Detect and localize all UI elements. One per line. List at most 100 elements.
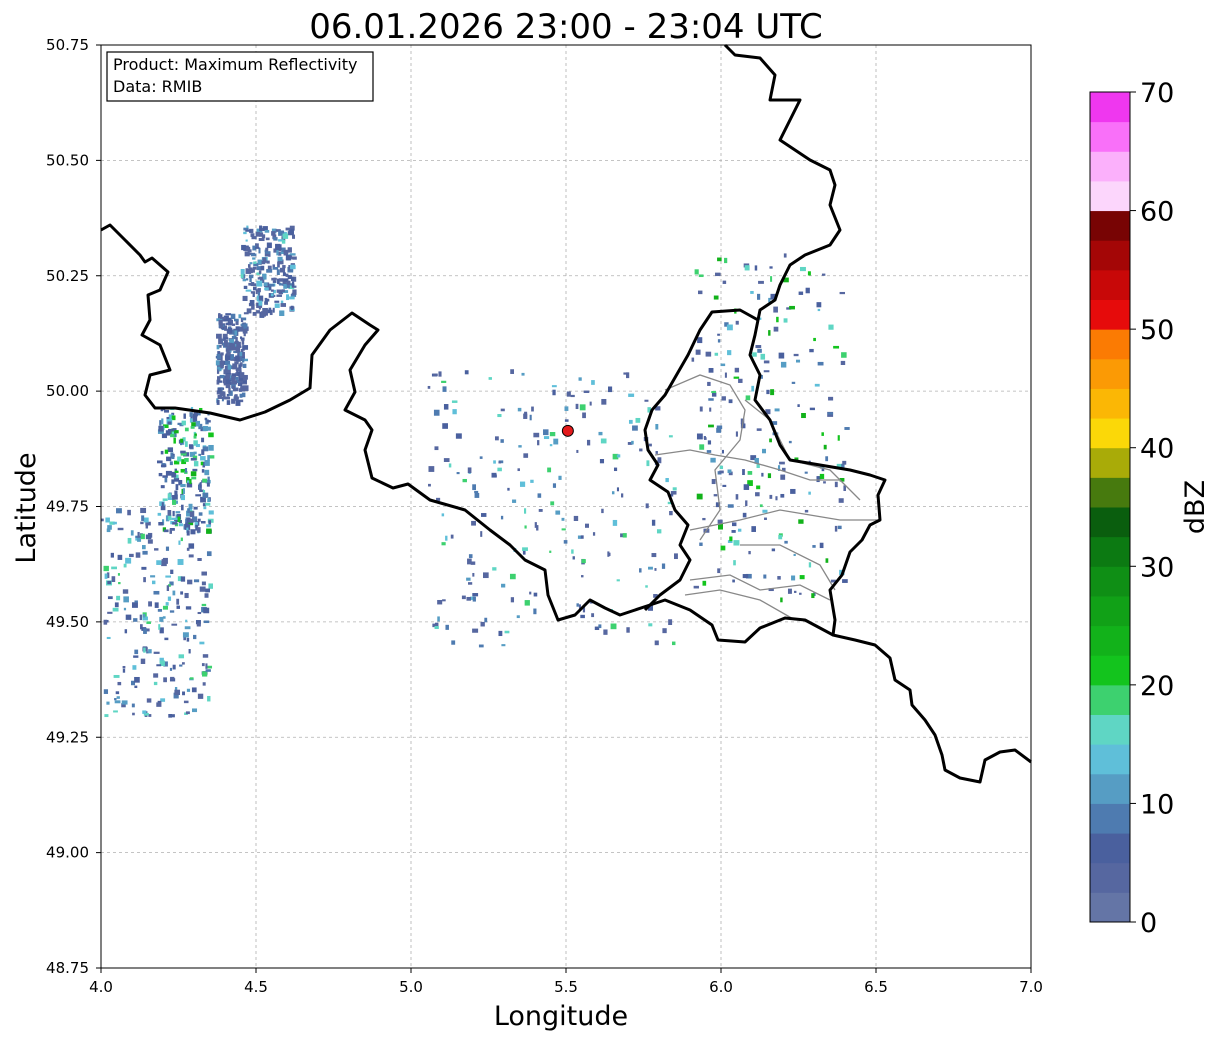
colorbar-segment [1090, 358, 1130, 389]
echo-pixel [172, 495, 175, 501]
echo-pixel [218, 380, 223, 383]
echo-pixel [165, 546, 170, 551]
echo-pixel [442, 423, 448, 429]
echo-pixel [443, 458, 450, 462]
echo-pixel [249, 299, 255, 306]
echo-pixel [769, 494, 773, 499]
echo-pixel [252, 286, 257, 291]
echo-pixel [500, 515, 504, 520]
echo-pixel [188, 444, 194, 449]
echo-pixel [748, 550, 751, 555]
echo-pixel [181, 662, 185, 665]
echo-pixel [751, 385, 755, 392]
echo-pixel [245, 239, 248, 242]
echo-pixel [192, 468, 198, 472]
echo-pixel [215, 360, 220, 366]
echo-pixel [190, 457, 197, 461]
echo-pixel [207, 455, 210, 461]
echo-pixel [160, 464, 167, 468]
y-tick-label: 49.75 [46, 498, 89, 516]
echo-pixel [114, 602, 119, 608]
echo-pixel [150, 575, 156, 578]
echo-pixel [193, 435, 197, 439]
echo-pixel [804, 509, 809, 513]
map-title: 06.01.2026 23:00 - 23:04 UTC [309, 7, 823, 47]
echo-pixel [164, 637, 169, 641]
echo-pixel [188, 503, 193, 510]
echo-pixel [269, 283, 275, 287]
echo-pixel [239, 336, 243, 339]
echo-pixel [549, 432, 556, 437]
echo-pixel [553, 438, 559, 445]
colorbar-segment [1090, 684, 1130, 715]
x-axis-ticks: 4.0 4.5 5.0 5.5 6.0 6.5 7.0 [89, 968, 1043, 996]
echo-pixel [282, 233, 289, 239]
echo-pixel [646, 460, 650, 467]
echo-pixel [645, 585, 648, 588]
echo-pixel [445, 535, 448, 541]
echo-pixel [143, 628, 147, 634]
echo-pixel [168, 713, 172, 718]
echo-pixel [498, 461, 502, 464]
echo-pixel [484, 617, 488, 623]
echo-pixel [171, 415, 176, 421]
echo-pixel [742, 512, 747, 518]
echo-pixel [240, 273, 244, 279]
echo-pixel [170, 676, 175, 680]
echo-pixel [225, 313, 232, 316]
echo-pixel [202, 425, 208, 432]
echo-pixel [270, 293, 274, 297]
echo-pixel [185, 441, 188, 447]
echo-pixel [694, 269, 699, 275]
echo-pixel [234, 394, 238, 398]
echo-pixel [237, 382, 243, 387]
echo-pixel [451, 640, 456, 645]
x-tick-label: 7.0 [1019, 978, 1043, 996]
echo-pixel [131, 602, 138, 608]
echo-pixel [570, 394, 575, 398]
echo-pixel [575, 403, 579, 410]
echo-pixel [719, 465, 724, 470]
echo-pixel [651, 519, 656, 526]
echo-pixel [616, 579, 620, 582]
echo-pixel [113, 521, 117, 525]
echo-pixel [189, 677, 194, 680]
echo-pixel [245, 289, 252, 292]
echo-pixel [195, 420, 201, 427]
y-tick-label: 48.75 [46, 959, 89, 977]
echo-pixel [179, 664, 183, 667]
echo-pixel [819, 473, 825, 479]
echo-pixel [751, 526, 756, 532]
colorbar: 0 10 20 30 40 50 60 70 dBZ [1089, 78, 1211, 939]
echo-pixel [716, 427, 722, 433]
echo-pixel [167, 596, 172, 601]
echo-pixel [207, 695, 211, 702]
y-tick-label: 50.00 [46, 382, 89, 400]
echo-pixel [143, 577, 146, 583]
echo-pixel [551, 385, 557, 388]
echo-pixel [110, 552, 114, 558]
echo-pixel [840, 360, 846, 366]
colorbar-segment [1090, 477, 1130, 508]
echo-pixel [101, 518, 104, 522]
echo-pixel [216, 344, 220, 350]
echo-pixel [491, 472, 497, 478]
echo-pixel [235, 396, 239, 399]
echo-pixel [145, 523, 149, 529]
echo-pixel [662, 628, 667, 634]
echo-pixel [564, 419, 569, 422]
colorbar-segment [1090, 892, 1130, 923]
echo-pixel [189, 478, 192, 485]
echo-pixel [164, 449, 169, 454]
echo-pixel [169, 461, 173, 466]
echo-pixel [170, 569, 174, 574]
echo-pixel [654, 568, 657, 571]
echo-pixel [237, 368, 242, 371]
echo-pixel [523, 453, 529, 458]
echo-pixel [451, 400, 458, 403]
echo-pixel [531, 406, 534, 412]
echo-pixel [270, 289, 274, 292]
echo-pixel [674, 553, 678, 560]
echo-pixel [174, 494, 178, 500]
echo-pixel [171, 623, 178, 626]
